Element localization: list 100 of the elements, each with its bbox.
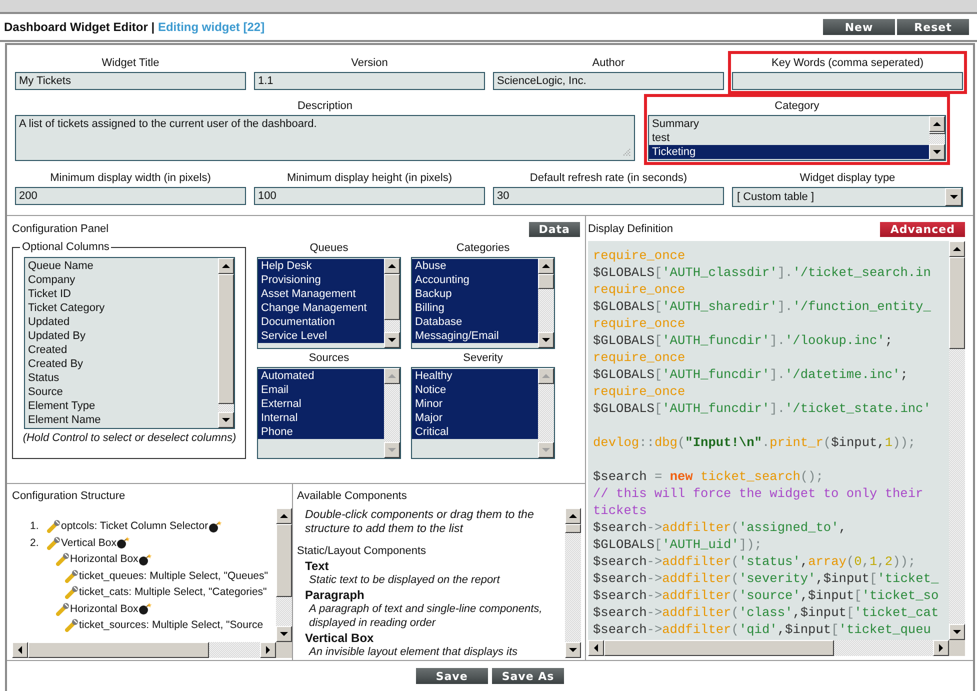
footer-button[interactable]: Save As: [492, 668, 564, 684]
code-line: require_once: [593, 349, 686, 366]
text-field[interactable]: 1.1: [254, 72, 485, 90]
list-item[interactable]: Company: [25, 273, 218, 287]
list-item[interactable]: Phone: [258, 424, 384, 438]
list-item[interactable]: Created: [25, 343, 218, 357]
list-item[interactable]: Email: [258, 382, 384, 396]
advanced-button[interactable]: Advanced: [880, 222, 965, 236]
bomb-icon[interactable]: [116, 536, 130, 550]
scrollbar[interactable]: [218, 258, 234, 428]
list-item[interactable]: Documentation: [258, 315, 384, 329]
tree-item[interactable]: Vertical Box: [61, 536, 116, 549]
bomb-icon[interactable]: [138, 552, 152, 566]
list-box[interactable]: Queue Name Company Ticket ID Ticket Category Updated Updated By Created Created By Status Source Element Type Element Name: [24, 257, 235, 429]
text-field[interactable]: 100: [254, 187, 485, 205]
field-label: Category: [774, 100, 820, 113]
list-item[interactable]: Abuse: [412, 259, 538, 273]
code-editor[interactable]: [588, 241, 965, 656]
list-item[interactable]: Queue Name: [25, 259, 218, 273]
text-field[interactable]: [732, 72, 963, 90]
tree-item[interactable]: ticket_sources: Multiple Select, "Source: [79, 619, 264, 632]
scrollbar[interactable]: [538, 258, 554, 348]
code-line: $search->addfilter('assigned_to',: [593, 519, 848, 536]
tree-item[interactable]: Horizontal Box: [70, 602, 138, 615]
list-box[interactable]: Summary test Ticketing: [648, 115, 946, 161]
list-item[interactable]: Ticket Category: [25, 301, 218, 315]
list-item[interactable]: Source: [25, 385, 218, 399]
code-line: $search->addfilter('status',array(0,1,2));: [593, 553, 917, 570]
list-item[interactable]: Asset Management: [258, 287, 384, 301]
toolbar-button[interactable]: Reset: [897, 19, 969, 35]
list-item[interactable]: Updated By: [25, 329, 218, 343]
scrollbar[interactable]: [384, 368, 400, 458]
list-item[interactable]: Ticket ID: [25, 287, 218, 301]
scrollbar[interactable]: [565, 508, 581, 658]
list-item[interactable]: Element Name: [25, 413, 218, 427]
list-item[interactable]: Accounting: [412, 273, 538, 287]
list-item[interactable]: Critical: [412, 424, 538, 438]
list-item[interactable]: Provisioning: [258, 273, 384, 287]
list-item[interactable]: Help Desk: [258, 259, 384, 273]
component-name[interactable]: Vertical Box: [297, 631, 561, 645]
list-item[interactable]: Major: [412, 410, 538, 424]
code-line: // this will force the widget to only their: [593, 485, 924, 502]
list-item[interactable]: External: [258, 396, 384, 410]
list-label: Severity: [462, 352, 504, 364]
list-item[interactable]: Summary: [649, 117, 929, 131]
list-item[interactable]: Healthy: [412, 368, 538, 382]
text-area[interactable]: A list of tickets assigned to the current user of the dashboard.: [15, 115, 635, 161]
list-item[interactable]: Element Type: [25, 399, 218, 413]
list-item[interactable]: Created By: [25, 357, 218, 371]
text-field[interactable]: 200: [15, 187, 246, 205]
tree-item[interactable]: optcols: Ticket Column Selector: [61, 520, 208, 532]
list-box[interactable]: Healthy Notice Minor Major Critical: [411, 366, 555, 458]
tree-item[interactable]: ticket_cats: Multiple Select, "Categories": [79, 586, 267, 598]
list-item[interactable]: Minor: [412, 396, 538, 410]
panel-title: Configuration Structure: [12, 490, 126, 502]
data-button[interactable]: Data: [528, 222, 580, 236]
text-field[interactable]: ScienceLogic, Inc.: [493, 72, 724, 90]
hint-text: Double-click components or drag them to the structure to add them to the list: [304, 508, 535, 536]
list-item[interactable]: Ticketing: [649, 145, 929, 159]
component-name[interactable]: Paragraph: [297, 588, 561, 602]
select-field[interactable]: [ Custom table ]: [732, 187, 963, 207]
list-item[interactable]: Internal: [258, 410, 384, 424]
list-item[interactable]: test: [649, 131, 929, 145]
bomb-icon[interactable]: [138, 602, 152, 616]
text-field[interactable]: 30: [493, 187, 724, 205]
code-line: $GLOBALS['AUTH_uid']);: [593, 536, 763, 553]
tree-item[interactable]: ticket_queues: Multiple Select, "Queues": [79, 570, 268, 582]
key-icon: [65, 568, 79, 583]
scrollbar[interactable]: [12, 642, 276, 658]
list-item[interactable]: Change Management: [258, 301, 384, 315]
component-name[interactable]: Text: [297, 559, 561, 573]
text-field[interactable]: My Tickets: [15, 72, 246, 90]
list-item[interactable]: Notice: [412, 382, 538, 396]
tree-item[interactable]: Horizontal Box: [70, 553, 138, 566]
list-box[interactable]: Help Desk Provisioning Asset Management Change Management Documentation Service Level: [257, 257, 401, 349]
list-item[interactable]: Status: [25, 371, 218, 385]
toolbar-button[interactable]: New: [823, 19, 895, 35]
list-box[interactable]: Automated Email External Internal Phone: [257, 366, 401, 458]
list-item[interactable]: Updated: [25, 315, 218, 329]
field-label: Default refresh rate (in seconds): [528, 172, 688, 185]
code-line: $GLOBALS['AUTH_funcdir'].'/ticket_state.inc': [593, 400, 932, 417]
bomb-icon[interactable]: [208, 520, 222, 533]
scrollbar[interactable]: [588, 640, 949, 656]
code-line: $search->addfilter('class',$input['ticket_cat: [593, 604, 940, 621]
list-item[interactable]: Service Level: [258, 329, 384, 343]
scrollbar-corner: [949, 640, 965, 656]
list-item[interactable]: Billing: [412, 301, 538, 315]
scrollbar[interactable]: [929, 116, 945, 160]
list-item[interactable]: Automated: [258, 368, 384, 382]
list-item[interactable]: Database: [412, 315, 538, 329]
scrollbar[interactable]: [276, 508, 292, 642]
scrollbar[interactable]: [384, 258, 400, 348]
list-item[interactable]: Messaging/Email: [412, 329, 538, 343]
list-box[interactable]: Abuse Accounting Backup Billing Database Messaging/Email: [411, 257, 555, 349]
footer-button[interactable]: Save: [416, 668, 488, 684]
scrollbar[interactable]: [949, 241, 965, 640]
resize-grip-icon[interactable]: [622, 148, 631, 157]
code-line: require_once: [593, 247, 686, 264]
scrollbar[interactable]: [538, 368, 554, 458]
list-item[interactable]: Backup: [412, 287, 538, 301]
